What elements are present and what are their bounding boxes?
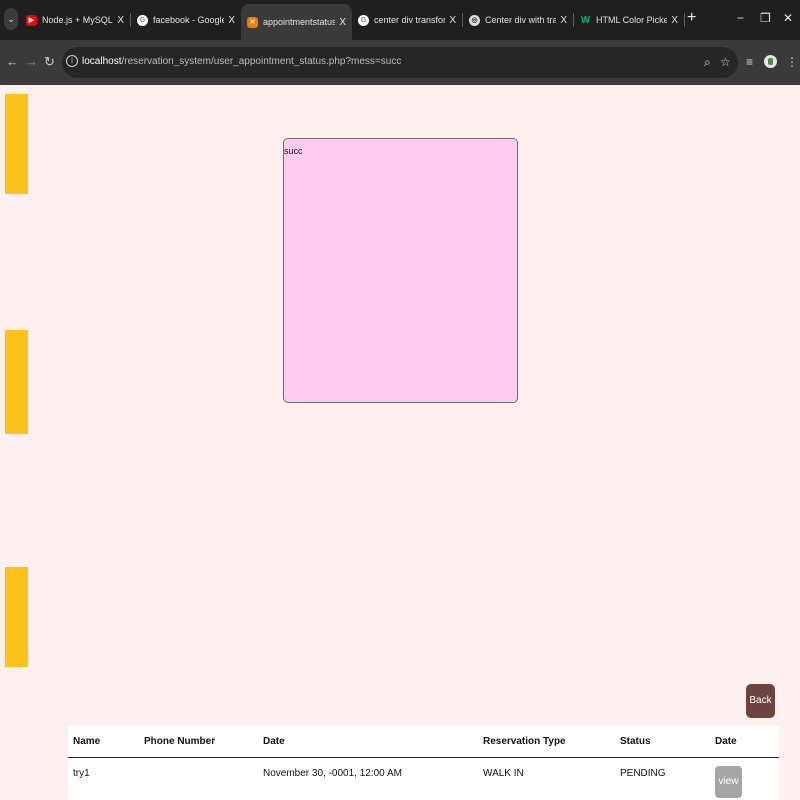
tab-separator xyxy=(684,13,685,27)
column-header-action-date: Date xyxy=(715,736,737,747)
table-header-divider xyxy=(68,757,779,758)
column-header-phone: Phone Number xyxy=(144,736,216,747)
view-button[interactable]: view xyxy=(715,766,742,798)
column-header-date: Date xyxy=(263,736,285,747)
reading-list-icon[interactable]: ≡ xyxy=(746,55,753,69)
chatgpt-icon: ◎ xyxy=(469,14,480,26)
accent-bar-middle xyxy=(5,330,28,434)
column-header-name: Name xyxy=(73,736,101,747)
reload-icon[interactable]: ↻ xyxy=(44,54,55,70)
tab-color-picker[interactable]: W HTML Color Picker X xyxy=(574,4,684,36)
xampp-icon: ✕ xyxy=(247,16,258,28)
site-info-icon[interactable]: i xyxy=(66,55,78,67)
status-message-box: succ xyxy=(283,138,518,403)
cell-reservation-type: WALK IN xyxy=(483,768,524,779)
google-icon: G xyxy=(358,14,369,26)
status-message-text: succ xyxy=(284,146,303,156)
minimize-icon[interactable]: − xyxy=(737,11,744,25)
url-text[interactable]: localhost/reservation_system/user_appoin… xyxy=(82,56,401,67)
column-header-status: Status xyxy=(620,736,651,747)
tab-close-icon[interactable]: X xyxy=(228,15,235,26)
accent-bar-bottom xyxy=(5,567,28,667)
tab-strip: ⌄ ▶ Node.js + MySQL CRUD - C X G faceboo… xyxy=(0,0,800,40)
forward-arrow-icon[interactable]: → xyxy=(25,54,38,69)
back-arrow-icon[interactable]: ← xyxy=(6,54,19,69)
menu-kebab-icon[interactable]: ⋮ xyxy=(786,55,798,69)
tab-nodejs-crud[interactable]: ▶ Node.js + MySQL CRUD - C X xyxy=(20,4,130,36)
back-button[interactable]: Back xyxy=(746,684,775,718)
tab-close-icon[interactable]: X xyxy=(560,15,567,26)
new-tab-icon[interactable]: + xyxy=(687,9,696,27)
bookmark-star-icon[interactable]: ☆ xyxy=(720,55,731,69)
tab-facebook-search[interactable]: G facebook - Google Search X xyxy=(131,4,241,36)
cell-date: November 30, -0001, 12:00 AM xyxy=(263,768,402,779)
cell-status: PENDING xyxy=(620,768,666,779)
tab-center-div-search[interactable]: G center div transform transi X xyxy=(352,4,462,36)
google-icon: G xyxy=(137,14,148,26)
url-host: localhost xyxy=(82,56,122,67)
url-path: /reservation_system/user_appointment_sta… xyxy=(121,56,402,67)
zoom-icon[interactable]: ⌕ xyxy=(704,55,711,70)
profile-avatar[interactable] xyxy=(764,55,777,68)
w3schools-icon: W xyxy=(580,14,591,26)
tab-center-div-transform[interactable]: ◎ Center div with transform X xyxy=(463,4,573,36)
youtube-icon: ▶ xyxy=(26,14,37,26)
tab-appointmentstatus[interactable]: ✕ appointmentstatus X xyxy=(241,4,352,40)
column-header-reservation-type: Reservation Type xyxy=(483,736,566,747)
window-close-icon[interactable]: ✕ xyxy=(783,11,793,25)
tab-close-icon[interactable]: X xyxy=(671,15,678,26)
cell-name: try1 xyxy=(73,768,90,779)
tab-search-button[interactable]: ⌄ xyxy=(4,8,18,30)
tab-close-icon[interactable]: X xyxy=(117,15,124,26)
appointments-table: Name Phone Number Date Reservation Type … xyxy=(68,726,779,800)
accent-bar-top xyxy=(5,94,28,194)
tab-close-icon[interactable]: X xyxy=(449,15,456,26)
restore-icon[interactable]: ❐ xyxy=(760,11,771,25)
tab-close-icon[interactable]: X xyxy=(339,17,346,28)
